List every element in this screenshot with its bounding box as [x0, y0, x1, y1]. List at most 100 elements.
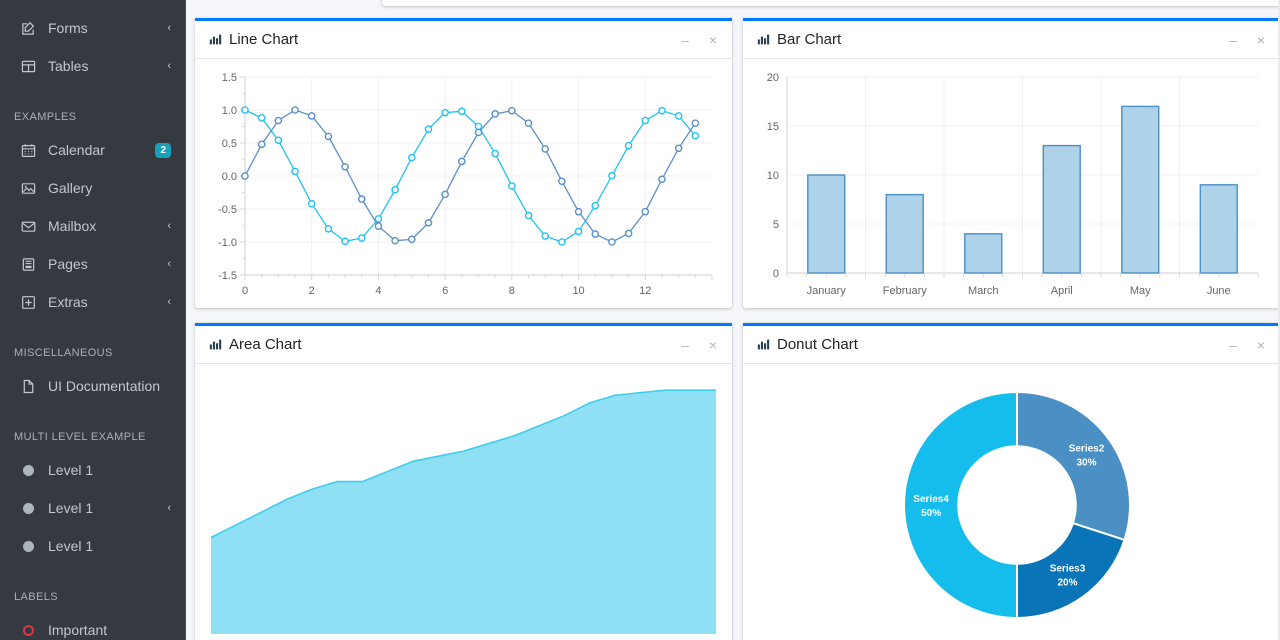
sidebar-item-label: UI Documentation — [48, 379, 171, 393]
sidebar-item-level-1-c[interactable]: Level 1 — [4, 530, 181, 562]
svg-text:March: March — [968, 285, 999, 297]
chevron-left-icon: ‹ — [167, 297, 171, 308]
chart-bar-icon — [757, 338, 770, 351]
svg-text:20%: 20% — [1057, 578, 1077, 589]
close-icon[interactable]: × — [1254, 33, 1268, 47]
sidebar-item-calendar[interactable]: Calendar 2 — [4, 134, 181, 166]
chevron-left-icon: ‹ — [167, 221, 171, 232]
sidebar-item-ui-documentation[interactable]: UI Documentation — [4, 370, 181, 402]
content-area: Line Chart – × 1.51.00.50.0-0.5-1.0-1.50… — [187, 0, 1280, 640]
sidebar-item-level-1-a[interactable]: Level 1 — [4, 454, 181, 486]
card-tools: – × — [1226, 33, 1268, 47]
chevron-left-icon: ‹ — [167, 23, 171, 34]
sidebar-item-forms[interactable]: Forms ‹ — [4, 12, 181, 44]
svg-text:5: 5 — [773, 219, 779, 231]
sidebar-item-tables[interactable]: Tables ‹ — [4, 50, 181, 82]
card-title: Bar Chart — [757, 31, 841, 48]
svg-text:-1.0: -1.0 — [218, 237, 237, 249]
image-icon — [18, 181, 38, 196]
svg-text:Series2: Series2 — [1069, 444, 1105, 455]
sidebar-item-mailbox[interactable]: Mailbox ‹ — [4, 210, 181, 242]
card-header: Line Chart – × — [195, 21, 732, 59]
close-icon[interactable]: × — [706, 338, 720, 352]
chart-bar-icon — [209, 338, 222, 351]
svg-text:0: 0 — [773, 268, 779, 280]
card-above-partial — [382, 0, 1280, 6]
sidebar-header-multi-level-example: MULTI LEVEL EXAMPLE — [0, 426, 185, 448]
sidebar-item-important[interactable]: Important — [4, 614, 181, 640]
plus-square-icon — [18, 295, 38, 310]
charts-row-2: Area Chart – × — [195, 308, 1272, 640]
sidebar-header-miscellaneous: MISCELLANEOUS — [0, 342, 185, 364]
dashboard-page: Forms ‹ Tables ‹ EXAMPLES Calen — [0, 0, 1280, 640]
table-icon — [18, 59, 38, 74]
svg-text:30%: 30% — [1076, 458, 1096, 469]
card-donut-chart: Donut Chart – × Series230%Series320%Seri… — [743, 323, 1280, 640]
sidebar-item-label: Forms — [48, 21, 161, 35]
close-icon[interactable]: × — [1254, 338, 1268, 352]
close-icon[interactable]: × — [706, 33, 720, 47]
card-body: Series230%Series320%Series450% — [743, 364, 1280, 640]
calendar-icon — [18, 143, 38, 158]
line-chart-svg: 1.51.00.50.0-0.5-1.0-1.5024681012 — [203, 67, 724, 307]
chevron-left-icon: ‹ — [167, 61, 171, 72]
sidebar-item-level-1-b[interactable]: Level 1 ‹ — [4, 492, 181, 524]
sidebar-item-label: Mailbox — [48, 219, 161, 233]
svg-text:June: June — [1207, 285, 1231, 297]
sidebar-item-label: Important — [48, 623, 171, 637]
book-icon — [18, 257, 38, 272]
sidebar-header-labels: LABELS — [0, 586, 185, 608]
sidebar-item-gallery[interactable]: Gallery — [4, 172, 181, 204]
svg-text:12: 12 — [639, 285, 651, 297]
svg-text:8: 8 — [509, 285, 515, 297]
card-area-chart: Area Chart – × — [195, 323, 732, 640]
svg-text:-0.5: -0.5 — [218, 204, 237, 216]
svg-text:15: 15 — [767, 121, 779, 133]
sidebar: Forms ‹ Tables ‹ EXAMPLES Calen — [0, 0, 186, 640]
svg-text:Series3: Series3 — [1050, 564, 1086, 575]
minimize-icon[interactable]: – — [1226, 338, 1240, 352]
svg-text:50%: 50% — [921, 508, 941, 519]
card-body: 20151050JanuaryFebruaryMarchAprilMayJune — [743, 59, 1280, 312]
svg-text:4: 4 — [375, 285, 381, 297]
svg-text:6: 6 — [442, 285, 448, 297]
chevron-left-icon: ‹ — [167, 503, 171, 514]
chart-bar-icon — [757, 33, 770, 46]
svg-text:20: 20 — [767, 72, 779, 84]
minimize-icon[interactable]: – — [1226, 33, 1240, 47]
minimize-icon[interactable]: – — [678, 338, 692, 352]
card-title: Line Chart — [209, 31, 298, 48]
circle-dot-icon — [18, 503, 38, 514]
sidebar-item-extras[interactable]: Extras ‹ — [4, 286, 181, 318]
card-tools: – × — [678, 338, 720, 352]
minimize-icon[interactable]: – — [678, 33, 692, 47]
svg-text:February: February — [883, 285, 928, 297]
sidebar-item-pages[interactable]: Pages ‹ — [4, 248, 181, 280]
sidebar-item-label: Gallery — [48, 181, 171, 195]
status-badge: 2 — [155, 143, 171, 158]
card-header: Bar Chart – × — [743, 21, 1280, 59]
svg-text:1.0: 1.0 — [222, 105, 237, 117]
card-title-text: Bar Chart — [777, 31, 841, 48]
svg-text:April: April — [1051, 285, 1073, 297]
card-body: 1.51.00.50.0-0.5-1.0-1.5024681012 — [195, 59, 732, 312]
file-icon — [18, 379, 38, 394]
chevron-left-icon: ‹ — [167, 259, 171, 270]
donut-chart-svg: Series230%Series320%Series450% — [751, 372, 1272, 640]
card-title-text: Donut Chart — [777, 336, 858, 353]
circle-dot-icon — [18, 541, 38, 552]
envelope-icon — [18, 219, 38, 234]
svg-text:1.5: 1.5 — [222, 72, 237, 84]
card-header: Area Chart – × — [195, 326, 732, 364]
sidebar-header-examples: EXAMPLES — [0, 106, 185, 128]
circle-dot-icon — [18, 465, 38, 476]
card-tools: – × — [678, 33, 720, 47]
charts-row-1: Line Chart – × 1.51.00.50.0-0.5-1.0-1.50… — [195, 0, 1272, 308]
card-line-chart: Line Chart – × 1.51.00.50.0-0.5-1.0-1.50… — [195, 18, 732, 308]
svg-text:May: May — [1130, 285, 1151, 297]
card-body — [195, 364, 732, 640]
svg-text:0: 0 — [242, 285, 248, 297]
svg-text:January: January — [807, 285, 847, 297]
svg-text:10: 10 — [572, 285, 584, 297]
card-title-text: Area Chart — [229, 336, 302, 353]
